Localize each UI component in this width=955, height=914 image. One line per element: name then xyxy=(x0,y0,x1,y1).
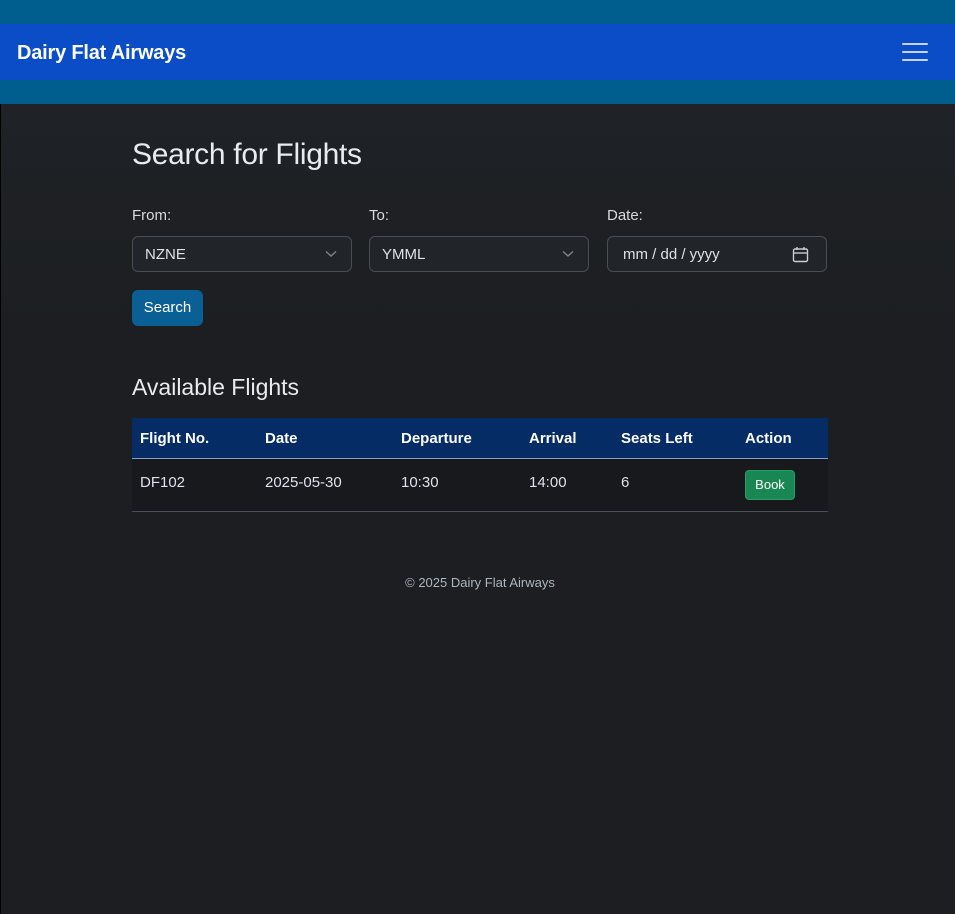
column-header-seats-left: Seats Left xyxy=(613,418,737,459)
column-header-action: Action xyxy=(737,418,828,459)
to-select[interactable]: YMML xyxy=(369,236,589,272)
cell-action: Book xyxy=(737,458,828,512)
date-label: Date: xyxy=(607,207,643,224)
cell-flight-no: DF102 xyxy=(132,458,257,512)
flights-table: Flight No. Date Departure Arrival Seats … xyxy=(132,418,828,512)
column-header-arrival: Arrival xyxy=(521,418,613,459)
cell-departure: 10:30 xyxy=(393,458,521,512)
to-label: To: xyxy=(369,207,390,224)
to-select-value: YMML xyxy=(382,246,426,263)
from-select[interactable]: NZNE xyxy=(132,236,352,272)
from-label: From: xyxy=(132,207,172,224)
from-select-value: NZNE xyxy=(145,246,186,263)
column-header-flight-no: Flight No. xyxy=(132,418,257,459)
available-flights-title: Available Flights xyxy=(132,374,300,400)
hamburger-menu-icon[interactable] xyxy=(897,38,933,66)
navbar-brand[interactable]: Dairy Flat Airways xyxy=(17,42,186,65)
chevron-down-icon xyxy=(562,250,574,257)
table-row: DF102 2025-05-30 10:30 14:00 6 Book xyxy=(132,458,828,512)
table-header-row: Flight No. Date Departure Arrival Seats … xyxy=(132,418,828,459)
calendar-icon[interactable] xyxy=(792,246,809,263)
search-button[interactable]: Search xyxy=(132,290,203,326)
book-button[interactable]: Book xyxy=(745,470,795,500)
cell-arrival: 14:00 xyxy=(521,458,613,512)
column-header-departure: Departure xyxy=(393,418,521,459)
page-title: Search for Flights xyxy=(132,138,362,171)
cell-date: 2025-05-30 xyxy=(257,458,393,512)
navbar: Dairy Flat Airways xyxy=(0,24,955,80)
footer-copyright: © 2025 Dairy Flat Airways xyxy=(405,575,555,590)
cell-seats-left: 6 xyxy=(613,458,737,512)
left-border xyxy=(0,104,1,914)
column-header-date: Date xyxy=(257,418,393,459)
date-input-placeholder: mm / dd / yyyy xyxy=(623,246,720,263)
date-input[interactable]: mm / dd / yyyy xyxy=(607,236,827,272)
chevron-down-icon xyxy=(325,250,337,257)
